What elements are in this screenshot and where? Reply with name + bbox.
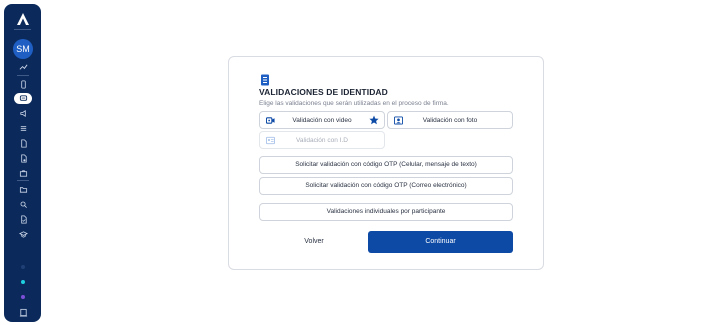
avatar[interactable]: SM xyxy=(13,39,33,59)
list-icon[interactable] xyxy=(17,123,29,133)
video-icon xyxy=(266,117,275,124)
sidebar: SM xyxy=(4,4,41,322)
modal-subtitle: Elige las validaciones que serán utiliza… xyxy=(259,100,449,107)
status-dot xyxy=(21,295,25,299)
photo-id-icon xyxy=(394,116,403,125)
otp-email-button[interactable]: Solicitar validación con código OTP (Cor… xyxy=(259,177,513,195)
individual-validations-button[interactable]: Validaciones individuales por participan… xyxy=(259,203,513,221)
document-icon[interactable] xyxy=(17,79,29,89)
graduation-icon[interactable] xyxy=(17,229,29,239)
option-photo-label: Validación con foto xyxy=(422,116,478,124)
file-icon[interactable] xyxy=(17,138,29,148)
option-photo-button[interactable]: Validación con foto xyxy=(387,111,513,129)
option-video-button[interactable]: Validación con video xyxy=(259,111,385,129)
folder-icon[interactable] xyxy=(17,184,29,194)
file-check-icon[interactable] xyxy=(17,214,29,224)
status-dot xyxy=(21,265,25,269)
back-button[interactable]: Volver xyxy=(290,236,338,248)
modal-title: VALIDACIONES DE IDENTIDAD xyxy=(259,87,388,97)
id-icon xyxy=(266,136,275,145)
id-card-icon xyxy=(261,74,269,86)
briefcase-icon[interactable] xyxy=(17,168,29,178)
otp-sms-button[interactable]: Solicitar validación con código OTP (Cel… xyxy=(259,156,513,174)
continue-button[interactable]: Continuar xyxy=(368,231,513,253)
option-id-label: Validación con I.D xyxy=(296,136,348,144)
option-video-label: Validación con video xyxy=(292,116,352,124)
sidebar-divider xyxy=(14,29,31,30)
activity-icon[interactable] xyxy=(17,62,29,72)
settings-file-icon[interactable] xyxy=(17,153,29,163)
exit-icon[interactable] xyxy=(17,307,29,317)
sidebar-divider xyxy=(17,75,29,76)
chat-icon[interactable] xyxy=(14,93,32,104)
logo-icon[interactable] xyxy=(16,12,30,26)
star-icon[interactable] xyxy=(369,115,379,125)
search-icon[interactable] xyxy=(17,199,29,209)
option-id-button[interactable]: Validación con I.D xyxy=(259,131,385,149)
megaphone-icon[interactable] xyxy=(17,108,29,118)
status-dot xyxy=(21,280,25,284)
sidebar-divider xyxy=(17,180,29,181)
